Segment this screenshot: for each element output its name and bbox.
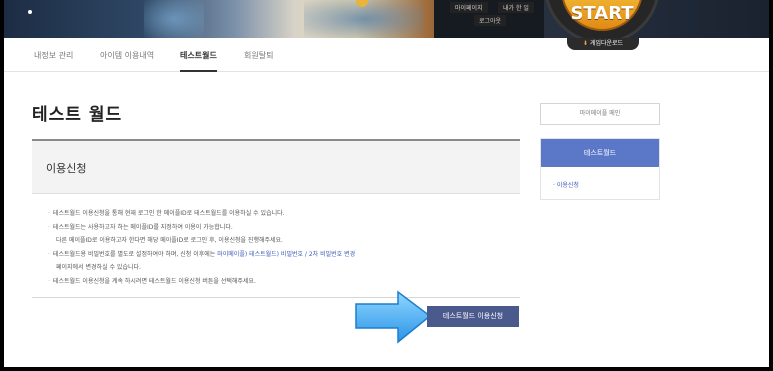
notice-item: · 테스트월드는 사용하고자 하는 메이플ID를 지정하여 이용이 가능합니다. [48,221,518,235]
sidebar-panel: 테스트월드 · 이용신청 [540,138,660,200]
bullet-icon: · [48,210,50,217]
start-label: START [570,3,634,24]
section-title: 이용신청 [46,162,87,175]
tab-test-world[interactable]: 테스트월드 [180,50,217,72]
tab-item-history[interactable]: 아이템 이용내역 [100,50,154,61]
notice-list: · 테스트월드 이용신청을 통해 현재 로그인 한 메이플ID로 테스트월드를 이… [48,207,518,288]
notice-text: 다른 메이플ID로 이용하고자 한다면 해당 메이플ID로 로그인 후, 이용신… [56,237,283,244]
password-change-link[interactable]: 마이메이플) 테스트월드) 비밀번호 / 2차 비밀번호 변경 [217,251,355,258]
sidebar-panel-title: 테스트월드 [541,139,659,167]
tab-withdraw[interactable]: 회원탈퇴 [244,50,273,61]
sidebar-item-apply[interactable]: · 이용신청 [553,180,579,189]
notice-item: 페이지에서 변경하실 수 있습니다. [48,261,518,275]
notice-item: · 테스트월드 이용신청을 계속 하시려면 테스트월드 이용신청 버튼을 선택해주… [48,275,518,289]
logout-link[interactable]: 로그아웃 [474,15,507,26]
notice-text: 테스트월드 이용신청을 계속 하시려면 테스트월드 이용신청 버튼을 선택해주세… [52,277,256,285]
bullet-icon: · [48,250,50,258]
my-activity-link[interactable]: 내가 한 일 [498,2,534,13]
test-world-apply-button[interactable]: 테스트월드 이용신청 [427,306,519,327]
top-banner: 마이페이지 내가 한 일 로그아웃 START [4,0,769,44]
notice-text: 테스트월드는 사용하고자 하는 메이플ID를 지정하여 이용이 가능합니다. [52,223,233,231]
page-title: 테스트 월드 [32,105,123,125]
sparkle-icon [28,10,32,14]
mypage-link[interactable]: 마이페이지 [450,2,488,13]
divider [32,297,520,298]
notice-text: 테스트월드용 비밀번호를 별도로 설정하여야 하며, 신청 이후에는 [52,250,218,258]
notice-text: 테스트월드 이용신청을 통해 현재 로그인 한 메이플ID로 테스트월드를 이용… [52,210,285,217]
notice-item: 다른 메이플ID로 이용하고자 한다면 해당 메이플ID로 로그인 후, 이용신… [48,234,518,248]
tab-my-info[interactable]: 내정보 관리 [34,50,73,61]
page-frame: 마이페이지 내가 한 일 로그아웃 START ⬇ 게임다운로드 내정보 관리 아… [4,0,769,367]
section-header: 이용신청 [32,141,520,194]
account-tabs: 내정보 관리 아이템 이용내역 테스트월드 회원탈퇴 [4,38,769,72]
bullet-icon: · [48,277,50,285]
notice-item: · 테스트월드용 비밀번호를 별도로 설정하여야 하며, 신청 이후에는 마이메이… [48,248,518,262]
bullet-icon: · [48,223,50,231]
mymaple-main-button[interactable]: 마이메이플 메인 [540,103,660,125]
right-arrow-icon [355,290,432,344]
notice-text: 페이지에서 변경하실 수 있습니다. [56,264,141,271]
notice-item: · 테스트월드 이용신청을 통해 현재 로그인 한 메이플ID로 테스트월드를 이… [48,207,518,221]
